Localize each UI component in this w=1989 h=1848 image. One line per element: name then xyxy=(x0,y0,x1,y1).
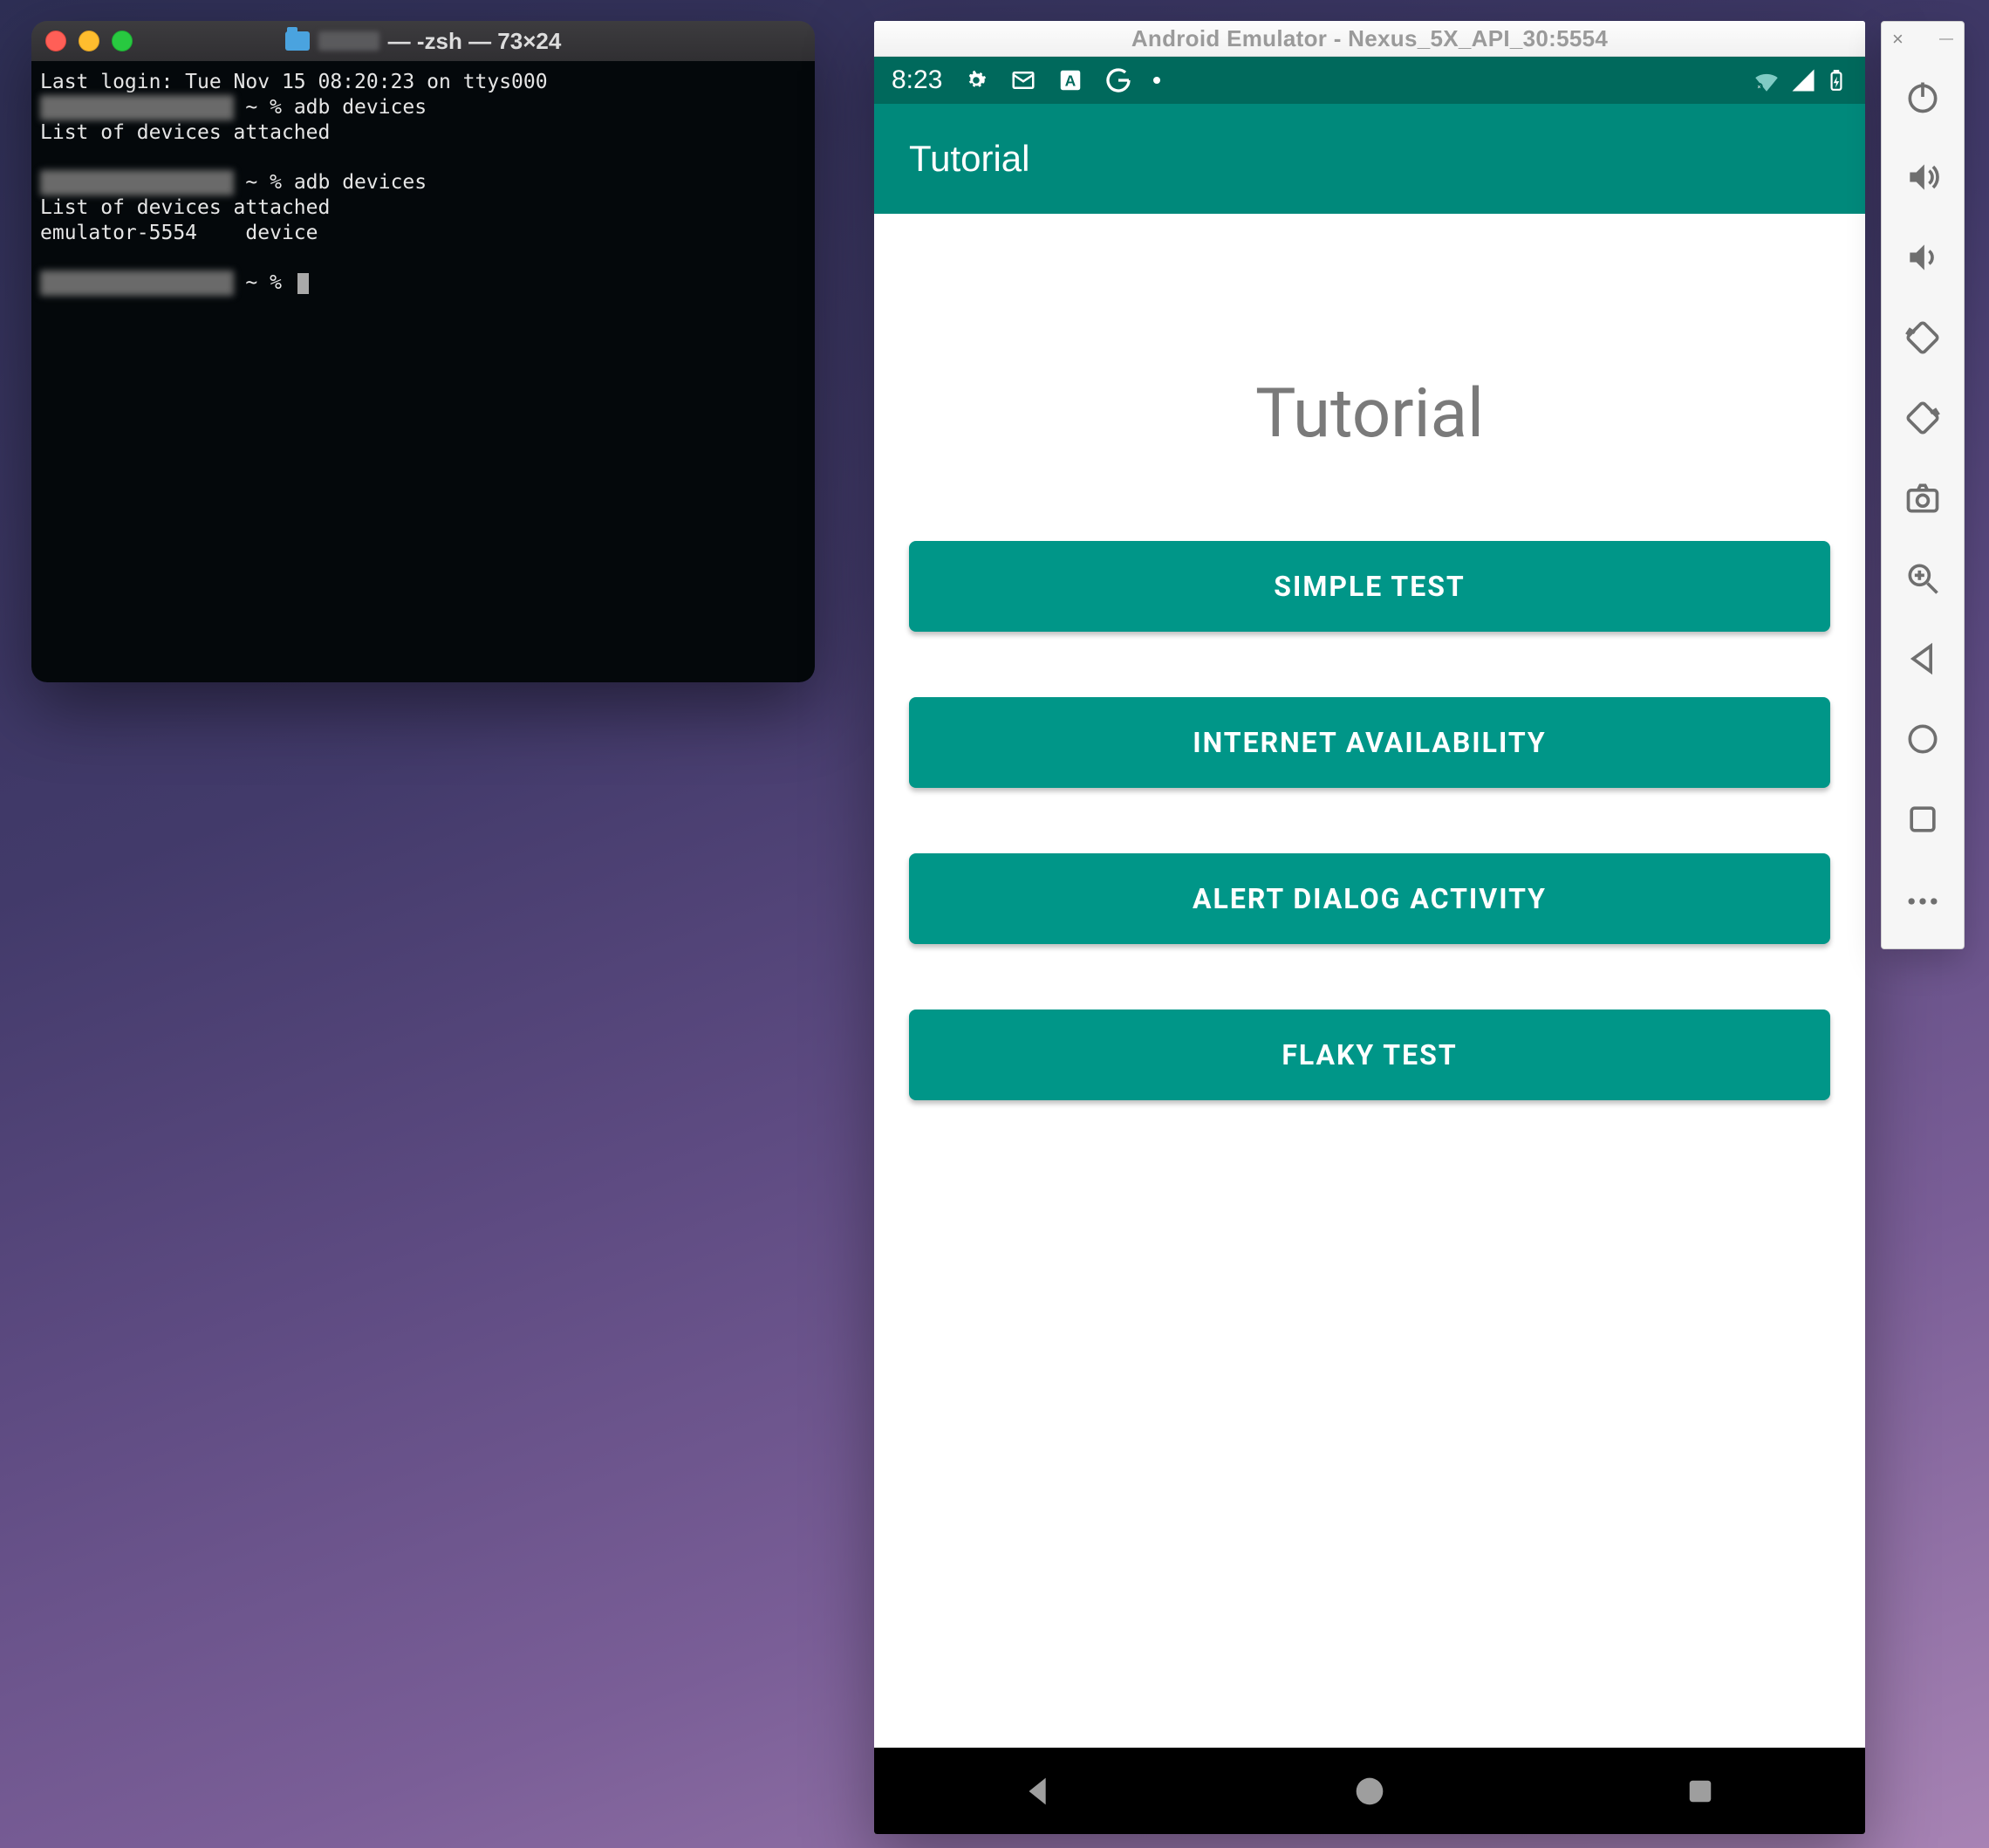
nav-back-button[interactable] xyxy=(1013,1765,1065,1817)
toolbar-header: × — xyxy=(1882,22,1964,57)
zoom-button[interactable] xyxy=(1893,549,1952,608)
mail-icon xyxy=(1010,67,1036,93)
rotate-left-button[interactable] xyxy=(1893,308,1952,367)
emulator-window[interactable]: Android Emulator - Nexus_5X_API_30:5554 … xyxy=(874,21,1865,1834)
flaky-test-button[interactable]: FLAKY TEST xyxy=(909,1010,1830,1100)
emulator-titlebar[interactable]: Android Emulator - Nexus_5X_API_30:5554 xyxy=(874,21,1865,57)
screenshot-button[interactable] xyxy=(1893,469,1952,528)
emulator-title: Android Emulator - Nexus_5X_API_30:5554 xyxy=(1131,25,1608,52)
terminal-line: Last login: Tue Nov 15 08:20:23 on ttys0… xyxy=(40,70,806,95)
terminal-body[interactable]: Last login: Tue Nov 15 08:20:23 on ttys0… xyxy=(31,61,815,682)
android-nav-bar xyxy=(874,1748,1865,1834)
alert-dialog-activity-button[interactable]: ALERT DIALOG ACTIVITY xyxy=(909,853,1830,944)
dot-icon xyxy=(1153,77,1160,84)
internet-availability-button[interactable]: INTERNET AVAILABILITY xyxy=(909,697,1830,788)
signal-icon xyxy=(1790,67,1816,93)
app-bar-title: Tutorial xyxy=(909,138,1030,180)
terminal-line: emulator-5554 device xyxy=(40,221,806,246)
screen-title: Tutorial xyxy=(1255,374,1484,454)
overview-button[interactable] xyxy=(1893,790,1952,849)
desktop-background: — -zsh — 73×24 Last login: Tue Nov 15 08… xyxy=(0,0,1989,1848)
volume-down-button[interactable] xyxy=(1893,228,1952,287)
terminal-prompt-line: xxxxxxxxxxxxxxxx ~ % xyxy=(40,270,806,296)
home-button[interactable] xyxy=(1893,709,1952,769)
folder-icon xyxy=(285,31,310,51)
power-button[interactable] xyxy=(1893,67,1952,127)
terminal-line: xxxxxxxxxxxxxxxx ~ % adb devices xyxy=(40,95,806,120)
status-left: 8:23 A xyxy=(892,65,1160,95)
back-button[interactable] xyxy=(1893,629,1952,688)
more-button[interactable] xyxy=(1893,872,1952,931)
svg-text:×: × xyxy=(1757,84,1760,91)
nav-recents-button[interactable] xyxy=(1674,1765,1726,1817)
simple-test-button[interactable]: SIMPLE TEST xyxy=(909,541,1830,632)
terminal-titlebar[interactable]: — -zsh — 73×24 xyxy=(31,21,815,61)
status-right: × xyxy=(1752,65,1848,95)
traffic-light-minimize[interactable] xyxy=(79,31,99,51)
svg-text:A: A xyxy=(1065,72,1077,89)
toolbar-minimize-button[interactable]: — xyxy=(1939,31,1953,47)
terminal-title: — -zsh — 73×24 xyxy=(388,28,562,55)
volume-up-button[interactable] xyxy=(1893,147,1952,207)
nav-home-button[interactable] xyxy=(1343,1765,1396,1817)
gear-icon xyxy=(963,67,989,93)
terminal-line: xxxxxxxxxxxxxxxx ~ % adb devices xyxy=(40,170,806,195)
terminal-line: List of devices attached xyxy=(40,120,806,146)
battery-icon xyxy=(1825,67,1848,93)
status-time: 8:23 xyxy=(892,65,942,95)
terminal-line xyxy=(40,145,806,170)
terminal-window[interactable]: — -zsh — 73×24 Last login: Tue Nov 15 08… xyxy=(31,21,815,682)
a-badge-icon: A xyxy=(1057,67,1083,93)
emulator-phone-frame: 8:23 A × xyxy=(874,57,1865,1834)
terminal-title-user-redacted xyxy=(318,31,379,51)
rotate-right-button[interactable] xyxy=(1893,388,1952,448)
app-bar: Tutorial xyxy=(874,104,1865,214)
wifi-icon: × xyxy=(1752,65,1781,95)
terminal-line: List of devices attached xyxy=(40,195,806,221)
cursor xyxy=(297,273,309,294)
emulator-toolbar: × — xyxy=(1881,21,1965,949)
google-icon xyxy=(1104,66,1132,94)
android-status-bar[interactable]: 8:23 A × xyxy=(874,57,1865,104)
terminal-line xyxy=(40,245,806,270)
traffic-light-zoom[interactable] xyxy=(112,31,133,51)
terminal-title-wrap: — -zsh — 73×24 xyxy=(31,28,815,55)
traffic-light-close[interactable] xyxy=(45,31,66,51)
toolbar-close-button[interactable]: × xyxy=(1892,28,1904,51)
app-content: Tutorial SIMPLE TEST INTERNET AVAILABILI… xyxy=(874,214,1865,1748)
